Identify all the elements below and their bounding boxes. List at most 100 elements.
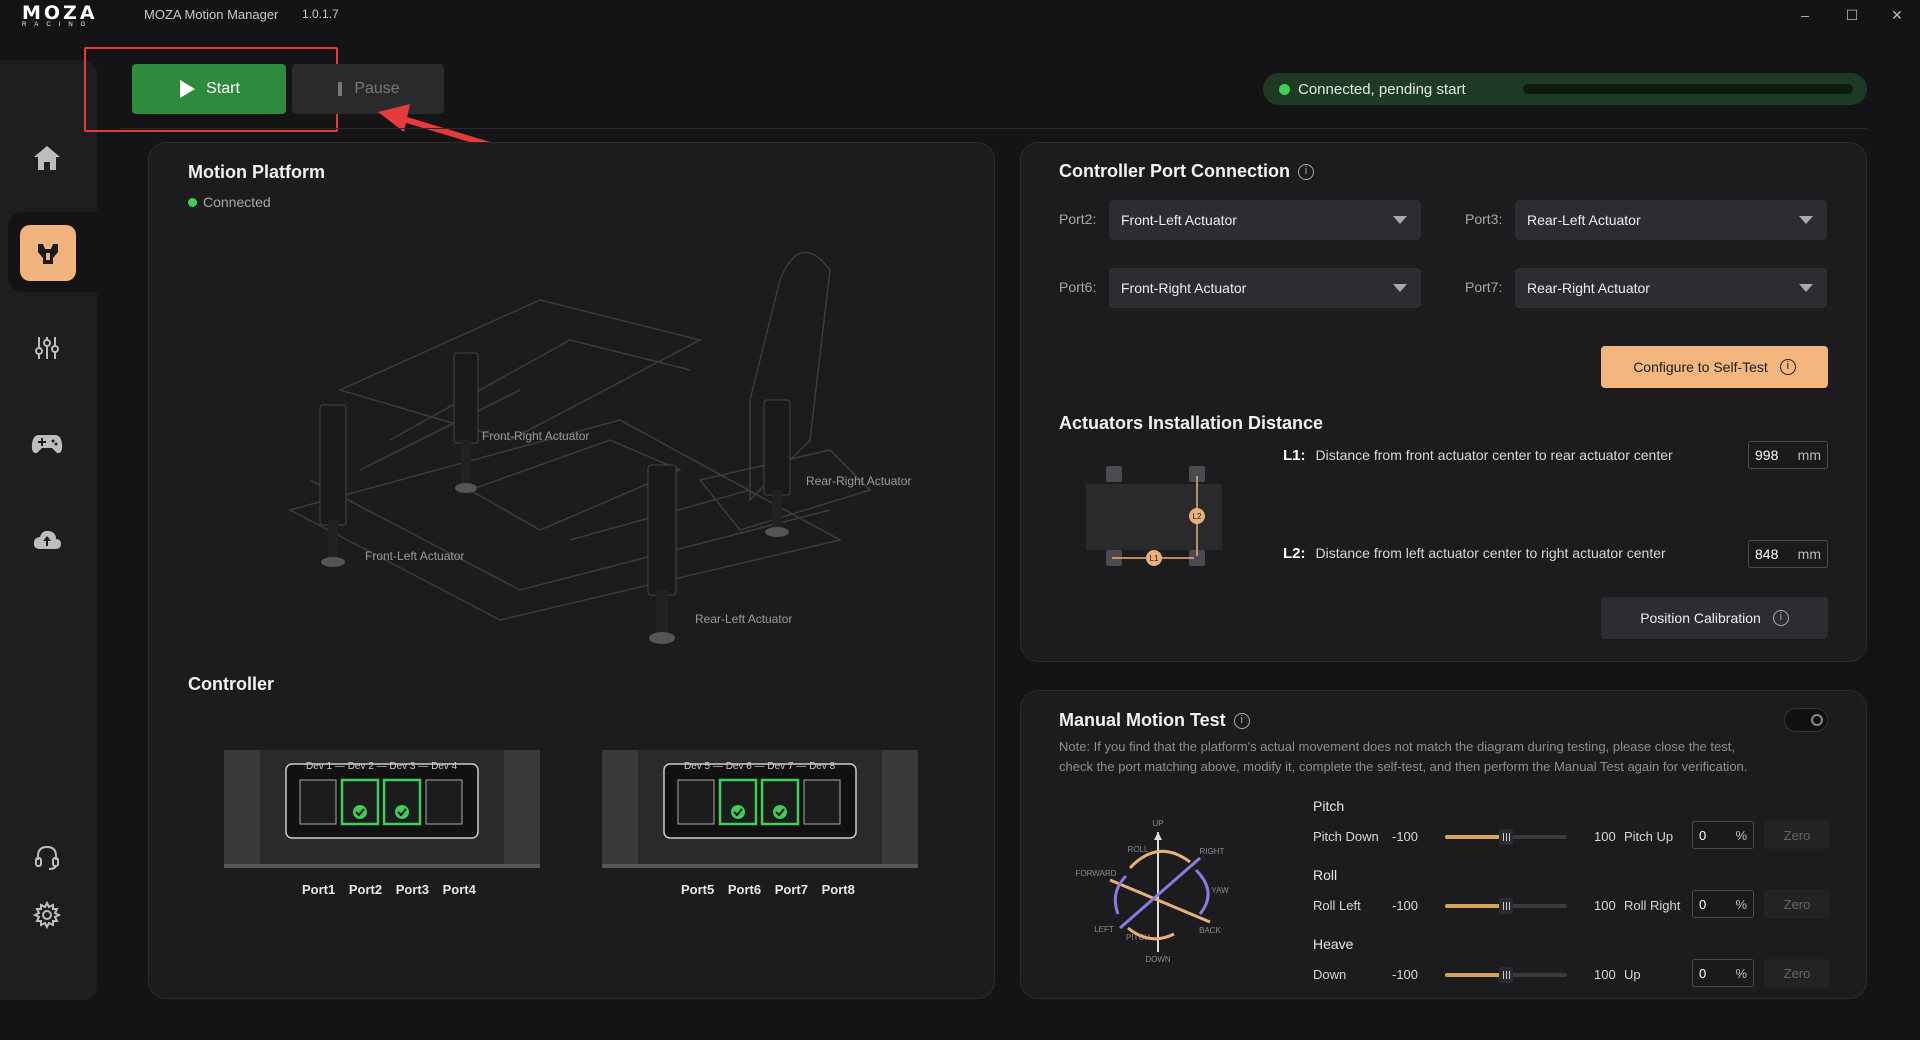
- roll-max-label: Roll Right: [1624, 898, 1681, 913]
- roll-slider[interactable]: [1445, 898, 1567, 914]
- heave-value: 0: [1699, 965, 1707, 981]
- heave-min-value: -100: [1392, 967, 1419, 982]
- port2-row-label: Port2:: [1059, 211, 1097, 227]
- l1-input[interactable]: 998 mm: [1748, 441, 1828, 469]
- port-labels-right: Port5 Port6 Port7 Port8: [681, 882, 865, 897]
- axis-back-label: BACK: [1199, 926, 1221, 935]
- dev-labels-left: Dev 1 — Dev 2 — Dev 3 — Dev 4: [306, 761, 458, 772]
- info-icon[interactable]: i: [1233, 713, 1250, 730]
- port8-label: Port8: [821, 882, 855, 897]
- heave-zero-button[interactable]: Zero: [1764, 959, 1830, 987]
- toolbar-divider: [120, 128, 1867, 129]
- l2-value: 848: [1755, 546, 1779, 562]
- dev-8-label: Dev 8: [809, 761, 836, 772]
- status-progress-bar: [1523, 84, 1853, 94]
- platform-illustration: [287, 251, 872, 644]
- heave-slider-handle[interactable]: [1499, 967, 1513, 983]
- l2-text: Distance from left actuator center to ri…: [1315, 545, 1666, 561]
- l2-unit: mm: [1797, 546, 1821, 562]
- port3-select-value: Rear-Left Actuator: [1527, 212, 1641, 228]
- dev-2-label: Dev 2: [347, 761, 374, 772]
- axis-roll-label: ROLL: [1128, 845, 1149, 854]
- app-title: MOZA Motion Manager: [144, 7, 279, 22]
- port5-label: Port5: [681, 882, 715, 897]
- roll-input[interactable]: 0%: [1692, 890, 1754, 918]
- pitch-slider-fill: [1445, 835, 1506, 839]
- dev-1-label: Dev 1: [306, 761, 333, 772]
- pitch-value: 0: [1699, 827, 1707, 843]
- port7-select-value: Rear-Right Actuator: [1527, 280, 1650, 296]
- start-button[interactable]: Start: [132, 64, 286, 114]
- manual-test-note: Note: If you find that the platform's ac…: [1059, 739, 1748, 774]
- port1-label: Port1: [302, 882, 336, 897]
- l2-input[interactable]: 848 mm: [1748, 540, 1828, 568]
- logo-text: MOZA: [22, 2, 98, 24]
- play-icon: [180, 80, 196, 98]
- pause-icon: [338, 82, 343, 96]
- chevron-down-icon: [1799, 216, 1813, 224]
- pitch-input[interactable]: 0%: [1692, 821, 1754, 849]
- cloud-icon[interactable]: [27, 520, 67, 560]
- diagram-l1-marker: L1: [1150, 554, 1159, 563]
- roll-zero-button[interactable]: Zero: [1764, 890, 1830, 918]
- rear-left-actuator-label: Rear-Left Actuator: [695, 612, 793, 626]
- logo-subtext: RACING: [22, 22, 94, 28]
- port3-row-label: Port3:: [1465, 211, 1503, 227]
- pitch-slider-handle[interactable]: [1499, 829, 1513, 845]
- platform-status-text: Connected: [203, 194, 271, 210]
- pause-label: Pause: [354, 80, 400, 97]
- port7-select[interactable]: Rear-Right Actuator: [1515, 268, 1827, 308]
- axis-forward-label: FORWARD: [1076, 869, 1117, 878]
- pitch-slider[interactable]: [1445, 829, 1567, 845]
- home-icon[interactable]: [27, 138, 67, 178]
- heave-max-value: 100: [1594, 967, 1616, 982]
- self-test-button[interactable]: Configure to Self-Test i: [1601, 346, 1828, 388]
- pitch-title: Pitch: [1313, 798, 1345, 814]
- info-icon[interactable]: i: [1298, 164, 1314, 181]
- app-version: 1.0.1.7: [302, 7, 339, 21]
- moza-logo: MOZA RACING: [22, 2, 124, 29]
- dev-labels-right: Dev 5 — Dev 6 — Dev 7 — Dev 8: [684, 761, 836, 772]
- pitch-min-label: Pitch Down: [1313, 829, 1379, 844]
- port6-select[interactable]: Front-Right Actuator: [1109, 268, 1421, 308]
- port-connection-title: Controller Port Connection i: [1059, 161, 1314, 182]
- roll-title: Roll: [1313, 867, 1338, 883]
- l1-description: L1: Distance from front actuator center t…: [1283, 447, 1673, 464]
- port2-label: Port2: [348, 882, 383, 897]
- chevron-down-icon: [1799, 284, 1813, 292]
- dev-5-label: Dev 5: [684, 761, 711, 772]
- heave-input[interactable]: 0%: [1692, 959, 1754, 987]
- heave-slider[interactable]: [1445, 967, 1567, 983]
- roll-slider-handle[interactable]: [1499, 898, 1513, 914]
- chevron-down-icon: [1393, 284, 1407, 292]
- support-icon[interactable]: [27, 837, 67, 877]
- info-icon: i: [1779, 359, 1796, 375]
- roll-slider-fill: [1445, 904, 1506, 908]
- maximize-button[interactable]: ☐: [1837, 4, 1867, 26]
- settings-icon[interactable]: [27, 895, 67, 935]
- position-calibration-button[interactable]: Position Calibration i: [1601, 597, 1828, 639]
- close-button[interactable]: ✕: [1882, 4, 1912, 26]
- l1-key: L1:: [1283, 447, 1306, 464]
- port-labels-left: Port1 Port2 Port3 Port4: [302, 882, 486, 897]
- info-icon: i: [1772, 610, 1789, 626]
- motion-icon[interactable]: [20, 225, 76, 281]
- pitch-zero-button[interactable]: Zero: [1764, 821, 1830, 849]
- axis-up-label: UP: [1152, 819, 1163, 828]
- gamepad-icon[interactable]: [27, 424, 67, 464]
- manual-test-toggle[interactable]: [1784, 708, 1828, 732]
- minimize-button[interactable]: –: [1790, 4, 1820, 26]
- axis-left-label: LEFT: [1094, 925, 1114, 934]
- roll-max-value: 100: [1594, 898, 1616, 913]
- axis-right-label: RIGHT: [1200, 847, 1225, 856]
- manual-test-title-text: Manual Motion Test: [1059, 710, 1226, 730]
- diagram-l2-marker: L2: [1193, 512, 1202, 521]
- tuning-icon[interactable]: [27, 328, 67, 368]
- port2-select[interactable]: Front-Left Actuator: [1109, 200, 1421, 240]
- port3-select[interactable]: Rear-Left Actuator: [1515, 200, 1827, 240]
- l1-unit: mm: [1797, 447, 1821, 463]
- port7-row-label: Port7:: [1465, 279, 1503, 295]
- port6-label: Port6: [727, 882, 762, 897]
- motion-platform-title: Motion Platform: [188, 162, 325, 182]
- port6-select-value: Front-Right Actuator: [1121, 280, 1247, 296]
